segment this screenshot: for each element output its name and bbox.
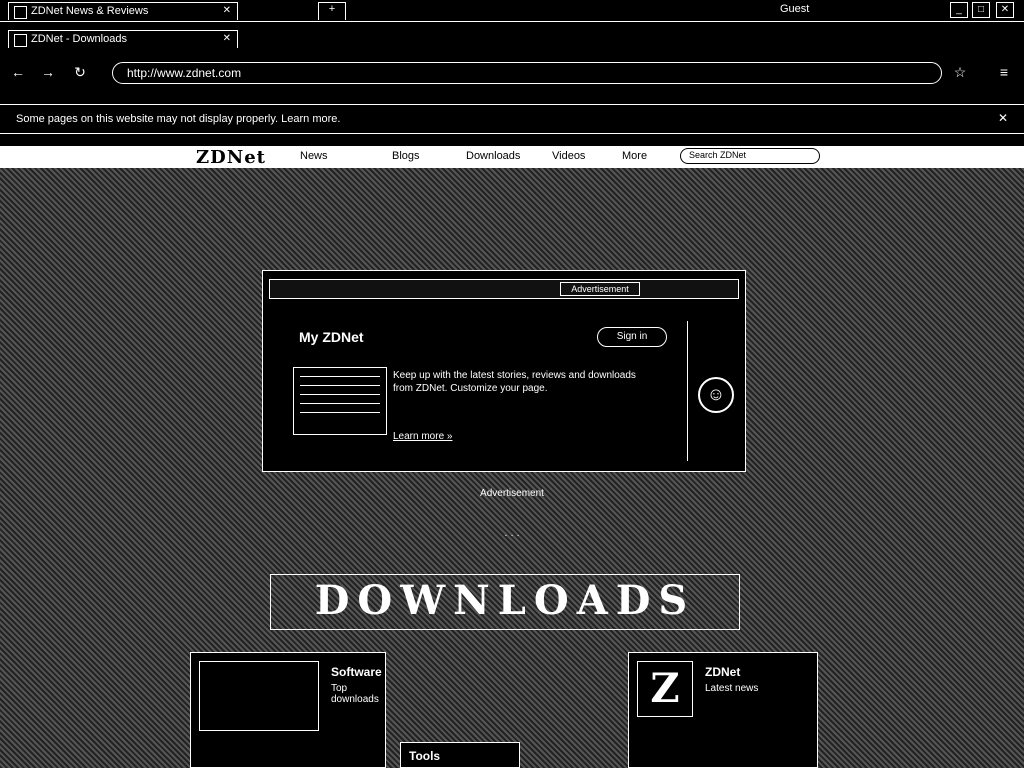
panel-sidebar: ☺ — [687, 321, 740, 461]
card-subtitle: Top downloads — [331, 683, 379, 705]
card-subtitle: Latest news — [705, 683, 759, 694]
nav-link-more[interactable]: More — [622, 150, 647, 162]
panel-title: My ZDNet — [299, 329, 364, 345]
reload-icon: ↻ — [74, 64, 86, 80]
tab-label: ZDNet - Downloads — [31, 33, 127, 45]
close-icon: ✕ — [1000, 4, 1010, 15]
tab-label: ZDNet News & Reviews — [31, 5, 149, 17]
dots-divider: · · · — [504, 530, 520, 541]
minimize-button[interactable]: _ — [950, 2, 968, 18]
tab-zdnet-downloads[interactable]: ZDNet - Downloads ✕ — [8, 30, 238, 48]
nav-link-news[interactable]: News — [300, 150, 328, 162]
address-bar[interactable]: http://www.zdnet.com — [112, 62, 942, 84]
browser-titlebar: ZDNet News & Reviews ✕ + Guest _ □ ✕ — [0, 0, 1024, 22]
card-title: Tools — [409, 749, 441, 763]
site-search-input[interactable]: Search ZDNet — [680, 148, 820, 164]
forward-button[interactable]: → — [38, 63, 58, 81]
ad-label: Advertisement — [480, 488, 544, 499]
tab-close-icon[interactable]: ✕ — [223, 5, 231, 16]
maximize-icon: □ — [977, 4, 985, 15]
smiley-icon: ☺ — [698, 377, 734, 413]
tab-zdnet-news[interactable]: ZDNet News & Reviews ✕ — [8, 2, 238, 20]
nav-link-downloads[interactable]: Downloads — [466, 150, 520, 162]
close-window-button[interactable]: ✕ — [996, 2, 1014, 18]
minimize-icon: _ — [956, 4, 962, 15]
site-header: ZDNet News Blogs Downloads Videos More S… — [0, 146, 1024, 168]
sign-in-button[interactable]: Sign in — [597, 327, 667, 347]
promo-panel: Advertisement My ZDNet Sign in Keep up w… — [262, 270, 746, 472]
card-software[interactable]: Software Top downloads — [190, 652, 386, 768]
profile-name[interactable]: Guest — [780, 3, 809, 15]
panel-thumbnail — [293, 367, 387, 435]
panel-learn-more-link[interactable]: Learn more » — [393, 431, 452, 442]
info-bar-close-icon[interactable]: ✕ — [998, 111, 1008, 125]
card-image — [199, 661, 319, 731]
card-title: ZDNet — [705, 665, 741, 679]
downloads-banner[interactable]: DOWNLOADS — [270, 574, 740, 630]
card-title: Software — [331, 665, 382, 679]
reload-button[interactable]: ↻ — [70, 63, 90, 81]
zdnet-logo-icon: Z — [637, 661, 693, 717]
nav-link-blogs[interactable]: Blogs — [392, 150, 420, 162]
nav-link-videos[interactable]: Videos — [552, 150, 585, 162]
maximize-button[interactable]: □ — [972, 2, 990, 18]
panel-top-bar: Advertisement — [269, 279, 739, 299]
panel-bar-label: Advertisement — [560, 282, 640, 296]
panel-description: Keep up with the latest stories, reviews… — [393, 370, 636, 394]
info-bar-message: Some pages on this website may not displ… — [16, 113, 341, 125]
site-logo[interactable]: ZDNet — [196, 147, 266, 168]
favicon-icon — [14, 34, 27, 47]
menu-icon[interactable]: ≡ — [994, 63, 1014, 81]
back-button[interactable]: ← — [8, 63, 28, 81]
browser-toolbar: ← → ↻ http://www.zdnet.com ☆ ≡ — [0, 58, 1024, 86]
back-arrow-icon: ← — [11, 64, 25, 80]
info-bar: Some pages on this website may not displ… — [0, 104, 1024, 134]
new-tab-button[interactable]: + — [318, 2, 346, 20]
address-text: www.zdnet.com — [157, 66, 242, 80]
card-zdnet[interactable]: Z ZDNet Latest news — [628, 652, 818, 768]
plus-icon: + — [328, 3, 336, 15]
favicon-icon — [14, 6, 27, 19]
address-prefix: http:// — [127, 66, 158, 80]
star-icon[interactable]: ☆ — [950, 63, 970, 81]
forward-arrow-icon: → — [41, 64, 55, 80]
card-tools[interactable]: Tools — [400, 742, 520, 768]
tab-close-icon[interactable]: ✕ — [223, 33, 231, 44]
